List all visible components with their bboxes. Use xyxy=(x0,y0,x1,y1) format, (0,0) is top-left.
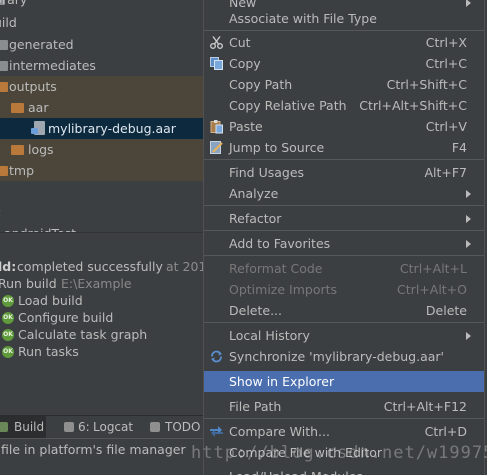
submenu-arrow-icon xyxy=(466,0,471,7)
menu-item-copy-path[interactable]: Copy Path Ctrl+Shift+C xyxy=(204,74,484,95)
menu-item-local-history[interactable]: Local History xyxy=(204,325,484,346)
edit-icon xyxy=(210,141,223,154)
ok-check-icon: OK xyxy=(2,346,14,358)
menu-item-jump-to-source[interactable]: Jump to Source F4 xyxy=(204,137,484,158)
watermark: http://blog.csdn.net/w199753 xyxy=(191,443,487,463)
copy-icon xyxy=(210,57,223,70)
tree-item-generated[interactable]: generated xyxy=(0,34,205,55)
tree-item-outputs[interactable]: outputs xyxy=(0,76,205,97)
folder-icon xyxy=(11,103,24,113)
run-build-row[interactable]: Run build E:\Example xyxy=(0,275,205,292)
tree-item-mylibrary-debug-aar[interactable]: mylibrary-debug.aar xyxy=(0,118,205,139)
menu-separator xyxy=(204,159,484,160)
paste-icon xyxy=(210,120,223,134)
menu-separator xyxy=(204,418,484,419)
menu-item-copy[interactable]: Copy Ctrl+C xyxy=(204,53,484,74)
tab-build[interactable]: Build xyxy=(0,416,46,438)
project-tree: brary uild generated intermediates outpu… xyxy=(0,0,205,232)
folder-icon xyxy=(0,82,8,92)
menu-item-load-unload-modules[interactable]: Load/Unload Modules... xyxy=(204,466,484,475)
tab-logcat[interactable]: 6: Logcat xyxy=(60,416,133,438)
menu-item-paste[interactable]: Paste Ctrl+V xyxy=(204,116,484,137)
tree-item-build[interactable]: uild xyxy=(0,12,205,33)
tool-window-bar: Build 6: Logcat TODO xyxy=(0,415,205,438)
build-panel: ld: completed successfully at 2018 Run b… xyxy=(0,232,205,415)
folder-icon xyxy=(0,61,8,71)
menu-item-associate-with-file-type[interactable]: Associate with File Type xyxy=(204,8,484,29)
build-task-row[interactable]: OK Configure build xyxy=(0,309,205,326)
context-menu: New Associate with File Type Cut Ctrl+X … xyxy=(203,0,485,475)
tree-item-tmp[interactable]: tmp xyxy=(0,160,205,181)
menu-separator xyxy=(204,205,484,206)
menu-separator xyxy=(204,230,484,231)
build-task-row[interactable]: OK Run tasks xyxy=(0,343,205,360)
menu-item-add-to-favorites[interactable]: Add to Favorites xyxy=(204,233,484,254)
tree-item-aar[interactable]: aar xyxy=(0,97,205,118)
ok-check-icon: OK xyxy=(2,295,14,307)
build-status-row[interactable]: ld: completed successfully at 2018 xyxy=(0,258,205,275)
menu-item-synchronize[interactable]: Synchronize 'mylibrary-debug.aar' xyxy=(204,346,484,367)
build-icon xyxy=(0,422,8,432)
menu-separator xyxy=(204,322,484,323)
submenu-arrow-icon xyxy=(466,190,471,198)
menu-item-copy-relative-path[interactable]: Copy Relative Path Ctrl+Alt+Shift+C xyxy=(204,95,484,116)
menu-item-file-path[interactable]: File Path Ctrl+Alt+F12 xyxy=(204,396,484,417)
menu-item-refactor[interactable]: Refactor xyxy=(204,208,484,229)
menu-item-find-usages[interactable]: Find Usages Alt+F7 xyxy=(204,162,484,183)
ok-check-icon: OK xyxy=(2,312,14,324)
tree-item-logs[interactable]: logs xyxy=(0,139,205,160)
menu-item-analyze[interactable]: Analyze xyxy=(204,183,484,204)
ok-check-icon: OK xyxy=(2,329,14,341)
folder-icon xyxy=(0,40,8,50)
submenu-arrow-icon xyxy=(466,332,471,340)
submenu-arrow-icon xyxy=(466,240,471,248)
status-bar: file in platform's file manager xyxy=(0,438,205,461)
menu-separator xyxy=(204,30,484,31)
folder-icon xyxy=(11,145,24,155)
menu-item-delete[interactable]: Delete... Delete xyxy=(204,300,484,321)
menu-item-reformat-code[interactable]: Reformat Code Ctrl+Alt+L xyxy=(204,258,484,279)
menu-item-show-in-explorer[interactable]: Show in Explorer xyxy=(204,371,484,392)
tree-item-androidtest[interactable]: androidTest xyxy=(0,223,205,232)
scissors-icon xyxy=(210,36,223,49)
todo-icon xyxy=(150,422,160,432)
menu-item-compare-with[interactable]: Compare With... Ctrl+D xyxy=(204,421,484,442)
folder-icon xyxy=(0,166,8,176)
menu-separator xyxy=(204,255,484,256)
ide-window: brary uild generated intermediates outpu… xyxy=(0,0,487,475)
sync-icon xyxy=(211,350,222,363)
aar-file-icon xyxy=(31,121,45,135)
tree-item-library[interactable]: brary xyxy=(0,0,205,10)
tree-item-intermediates[interactable]: intermediates xyxy=(0,55,205,76)
compare-icon xyxy=(210,426,223,437)
menu-item-cut[interactable]: Cut Ctrl+X xyxy=(204,32,484,53)
submenu-arrow-icon xyxy=(466,215,471,223)
logcat-icon xyxy=(64,422,74,432)
menu-item-optimize-imports[interactable]: Optimize Imports Ctrl+Alt+O xyxy=(204,279,484,300)
tab-todo[interactable]: TODO xyxy=(146,416,202,438)
build-task-row[interactable]: OK Calculate task graph xyxy=(0,326,205,343)
tree-item-src[interactable]: c xyxy=(0,202,205,223)
tree-item-libs[interactable]: s xyxy=(0,181,205,202)
build-task-row[interactable]: OK Load build xyxy=(0,292,205,309)
